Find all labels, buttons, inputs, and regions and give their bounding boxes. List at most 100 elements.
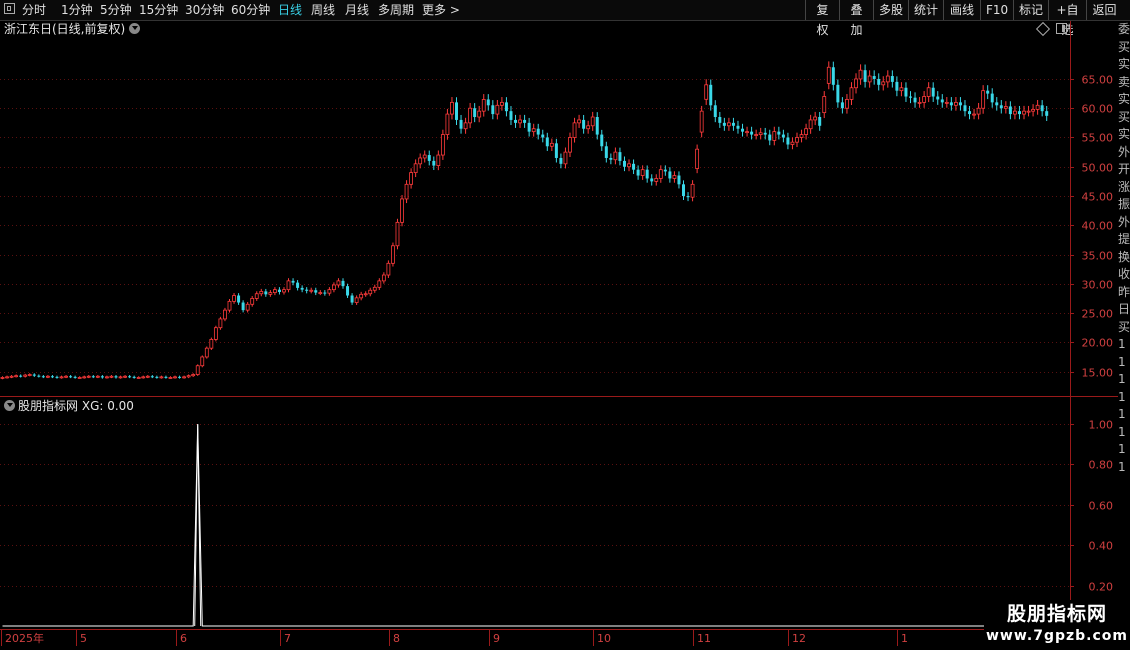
candle-body — [913, 97, 917, 103]
watermark: 股朋指标网 www.7gpzb.com — [984, 600, 1130, 650]
side-label: 涨 — [1118, 179, 1130, 194]
side-label: 日 — [1118, 302, 1130, 316]
side-label: 收 — [1118, 267, 1130, 281]
price-tick-label: 50.00 — [1082, 162, 1114, 175]
side-label: 昨 — [1118, 284, 1130, 299]
candle-body — [232, 295, 236, 302]
candle-body — [141, 376, 146, 379]
candle-body — [82, 376, 87, 379]
candle-body — [808, 119, 813, 130]
candle-body — [259, 291, 264, 295]
candle-body — [86, 375, 91, 378]
candle-body — [799, 134, 804, 138]
month-label: 11 — [697, 632, 711, 645]
candle-body — [0, 377, 5, 379]
candle-body — [654, 178, 659, 182]
candle-body — [836, 84, 840, 103]
candle-body — [877, 78, 881, 85]
price-tick-label: 25.00 — [1082, 308, 1114, 321]
candle-body — [790, 141, 795, 145]
candle-body — [418, 157, 423, 165]
candle-body — [377, 280, 382, 288]
candle-body — [395, 221, 400, 247]
candle-body — [849, 87, 854, 100]
candle-body — [672, 175, 677, 179]
candle-body — [917, 101, 922, 104]
price-tick-label: 15.00 — [1082, 367, 1114, 380]
indicator-tick-label: 0.20 — [1089, 581, 1114, 594]
candle-body — [499, 101, 504, 106]
month-label: 1 — [901, 632, 908, 645]
side-label: 卖 — [1118, 74, 1130, 89]
candle-body — [350, 295, 354, 303]
candle-body — [463, 122, 468, 130]
candle-body — [786, 137, 790, 145]
candle-body — [155, 376, 159, 378]
candle-body — [509, 111, 513, 120]
candle-body — [582, 119, 586, 129]
price-tick-label: 65.00 — [1082, 74, 1114, 87]
candle-body — [473, 108, 477, 118]
candle-body — [1026, 110, 1031, 113]
candle-body — [109, 375, 114, 378]
kline-chart[interactable]: 15.00 20.00 25.00 30.00 35.00 40.00 45.00 50.00… — [0, 0, 1130, 650]
side-label: 委 — [1118, 22, 1130, 36]
candle-body — [640, 169, 645, 176]
candle-body — [381, 274, 386, 282]
candle-body — [650, 178, 654, 182]
candle-body — [354, 297, 359, 303]
candle-body — [686, 196, 690, 198]
indicator-tick-label: 0.40 — [1089, 540, 1114, 553]
candle-body — [1013, 110, 1017, 115]
indicator-dropdown-icon[interactable] — [4, 400, 15, 411]
candle-body — [781, 134, 785, 138]
candle-body — [804, 128, 808, 135]
candle-body — [554, 143, 558, 158]
month-label: 10 — [597, 632, 611, 645]
candle-body — [23, 374, 28, 377]
candle-body — [481, 99, 486, 112]
candle-body — [1035, 104, 1040, 110]
candle-body — [250, 298, 255, 305]
candle-body — [518, 119, 522, 124]
candle-body — [245, 303, 250, 311]
candle-body — [758, 132, 763, 135]
candle-body — [400, 198, 404, 223]
indicator-tick-label: 0.80 — [1089, 459, 1114, 472]
candle-body — [668, 171, 672, 179]
candle-body — [895, 81, 899, 91]
candle-body — [995, 102, 999, 106]
candle-body — [858, 69, 863, 80]
candle-body — [741, 128, 745, 132]
candle-body — [867, 75, 872, 83]
candle-body — [718, 117, 722, 123]
candle-body — [413, 163, 418, 174]
candle-body — [881, 81, 886, 86]
candle-body — [622, 160, 626, 167]
candle-body — [9, 375, 14, 378]
side-label: 1 — [1118, 442, 1126, 456]
indicator-line — [2, 424, 1047, 627]
candle-body — [150, 376, 154, 378]
candle-body — [954, 101, 958, 106]
candle-body — [105, 376, 109, 379]
candle-body — [845, 99, 849, 109]
candle-body — [750, 131, 754, 135]
candle-body — [272, 289, 277, 293]
candle-body — [658, 169, 663, 179]
candle-body — [309, 289, 314, 292]
candle-body — [695, 148, 700, 169]
candle-body — [885, 75, 890, 83]
candle-body — [363, 293, 368, 296]
candle-body — [949, 102, 953, 106]
candle-body — [772, 131, 777, 141]
side-label: 1 — [1118, 337, 1126, 351]
candle-body — [46, 375, 50, 378]
candle-body — [972, 113, 976, 116]
side-label: 1 — [1118, 372, 1126, 386]
side-label: 1 — [1118, 389, 1126, 404]
candle-body — [296, 282, 300, 288]
candle-body — [282, 289, 286, 293]
candle-body — [69, 376, 73, 378]
candle-body — [327, 289, 332, 294]
